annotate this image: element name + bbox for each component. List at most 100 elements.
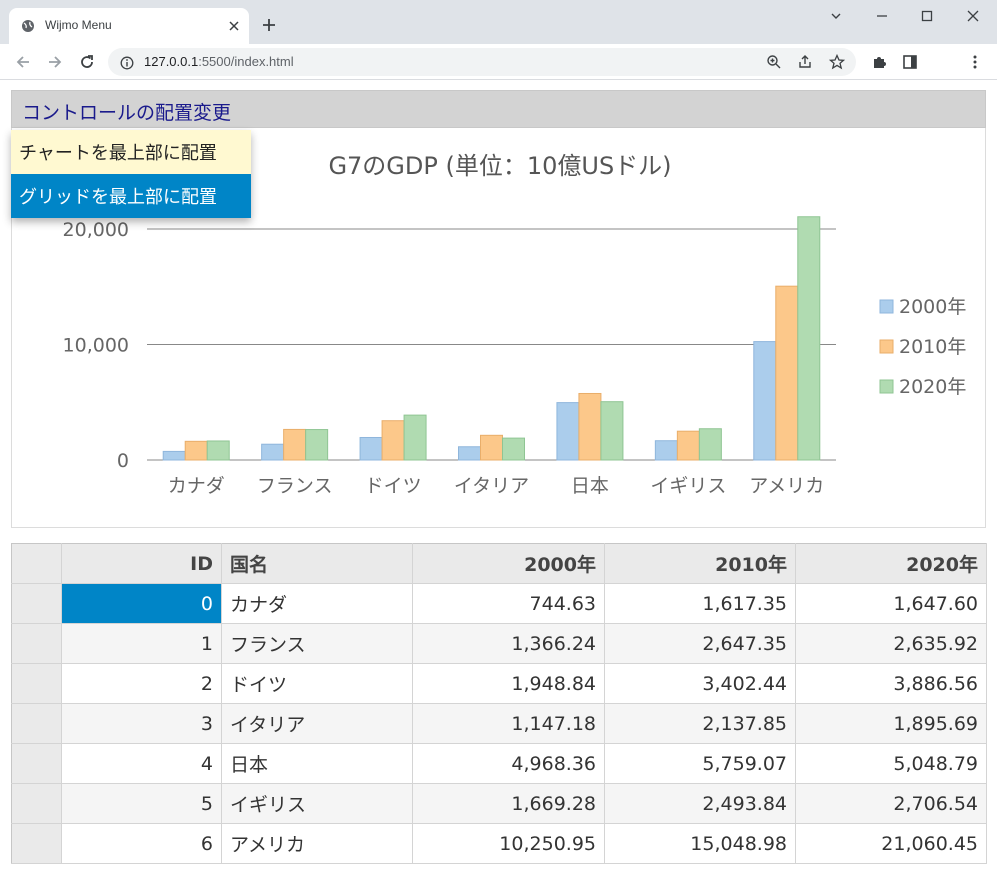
- bar-2010年: [775, 285, 799, 461]
- cell-country[interactable]: カナダ: [221, 583, 413, 624]
- cell-2010[interactable]: 2,137.85: [604, 703, 796, 744]
- bar-2000年: [753, 341, 777, 461]
- cell-id[interactable]: 1: [61, 623, 222, 664]
- cell-country[interactable]: イタリア: [221, 703, 413, 744]
- cell-country[interactable]: アメリカ: [221, 823, 413, 864]
- table-row[interactable]: 5 イギリス 1,669.28 2,493.84 2,706.54: [11, 783, 987, 824]
- legend-label: 2020年: [899, 376, 966, 398]
- column-header-2020[interactable]: 2020年: [795, 543, 987, 584]
- row-header-cell[interactable]: [11, 663, 62, 704]
- cell-2020[interactable]: 21,060.45: [795, 823, 987, 864]
- new-tab-plus-icon[interactable]: [262, 17, 276, 36]
- table-row[interactable]: 1 フランス 1,366.24 2,647.35 2,635.92: [11, 623, 987, 664]
- cell-2010[interactable]: 15,048.98: [604, 823, 796, 864]
- browser-tab[interactable]: Wijmo Menu: [9, 8, 249, 44]
- cell-country[interactable]: イギリス: [221, 783, 413, 824]
- bar-2010年: [480, 434, 503, 461]
- url-text[interactable]: 127.0.0.1:5500/index.html: [144, 54, 294, 69]
- x-tick-label: カナダ: [168, 475, 225, 497]
- bar-2010年: [676, 430, 700, 461]
- grid-header-row: ID 国名 2000年 2010年 2020年: [11, 543, 987, 584]
- back-arrow-icon[interactable]: [14, 53, 32, 75]
- cell-country[interactable]: フランス: [221, 623, 413, 664]
- legend-swatch: [879, 379, 894, 394]
- tab-title: Wijmo Menu: [45, 18, 112, 32]
- table-row[interactable]: 0 カナダ 744.63 1,617.35 1,647.60: [11, 583, 987, 624]
- cell-2010[interactable]: 2,493.84: [604, 783, 796, 824]
- cell-2020[interactable]: 1,647.60: [795, 583, 987, 624]
- cell-id[interactable]: 5: [61, 783, 222, 824]
- row-header-cell[interactable]: [11, 783, 62, 824]
- cell-2000[interactable]: 10,250.95: [412, 823, 605, 864]
- menu-item-chart-top[interactable]: チャートを最上部に配置: [11, 130, 251, 174]
- row-header-cell[interactable]: [11, 703, 62, 744]
- extensions-puzzle-icon[interactable]: [870, 53, 888, 75]
- close-icon[interactable]: [227, 18, 241, 37]
- row-header-cell[interactable]: [11, 583, 62, 624]
- side-panel-icon[interactable]: [901, 53, 919, 75]
- info-icon[interactable]: [120, 55, 134, 74]
- row-header-cell[interactable]: [11, 743, 62, 784]
- cell-2010[interactable]: 3,402.44: [604, 663, 796, 704]
- cell-2000[interactable]: 744.63: [412, 583, 605, 624]
- cell-id[interactable]: 4: [61, 743, 222, 784]
- cell-country[interactable]: ドイツ: [221, 663, 413, 704]
- reload-icon[interactable]: [78, 53, 96, 75]
- legend-label: 2000年: [899, 296, 966, 318]
- bar-2020年: [206, 440, 230, 461]
- grid-corner-cell[interactable]: [11, 543, 62, 584]
- bar-2010年: [184, 440, 208, 461]
- cell-id[interactable]: 2: [61, 663, 222, 704]
- data-grid[interactable]: ID 国名 2000年 2010年 2020年 0 カナダ 744.63 1,617.…: [11, 543, 987, 864]
- row-header-cell[interactable]: [11, 623, 62, 664]
- table-row[interactable]: 6 アメリカ 10,250.95 15,048.98 21,060.45: [11, 823, 987, 864]
- zoom-icon[interactable]: [766, 54, 782, 74]
- y-tick-label: 10,000: [63, 335, 129, 357]
- cell-id[interactable]: 6: [61, 823, 222, 864]
- cell-2000[interactable]: 1,948.84: [412, 663, 605, 704]
- y-tick-label: 20,000: [63, 219, 129, 241]
- layout-menu-button[interactable]: コントロールの配置変更: [22, 98, 231, 125]
- bar-2000年: [261, 443, 285, 461]
- column-header-2000[interactable]: 2000年: [412, 543, 605, 584]
- cell-2010[interactable]: 1,617.35: [604, 583, 796, 624]
- chart-title: G7のGDP (単位：10億USドル): [328, 152, 671, 180]
- bar-2020年: [403, 414, 427, 461]
- table-row[interactable]: 4 日本 4,968.36 5,759.07 5,048.79: [11, 743, 987, 784]
- minimize-icon[interactable]: [875, 8, 889, 27]
- column-header-id[interactable]: ID: [61, 543, 222, 584]
- table-row[interactable]: 3 イタリア 1,147.18 2,137.85 1,895.69: [11, 703, 987, 744]
- legend-swatch: [879, 299, 894, 314]
- more-menu-icon[interactable]: [966, 53, 984, 75]
- address-bar[interactable]: 127.0.0.1:5500/index.html: [108, 48, 856, 76]
- chevron-down-icon[interactable]: [829, 8, 843, 27]
- cell-2000[interactable]: 1,669.28: [412, 783, 605, 824]
- bar-2000年: [458, 446, 481, 461]
- cell-2020[interactable]: 3,886.56: [795, 663, 987, 704]
- cell-2020[interactable]: 2,635.92: [795, 623, 987, 664]
- cell-id[interactable]: 0: [61, 583, 222, 624]
- cell-2020[interactable]: 5,048.79: [795, 743, 987, 784]
- share-icon[interactable]: [797, 54, 813, 74]
- table-row[interactable]: 2 ドイツ 1,948.84 3,402.44 3,886.56: [11, 663, 987, 704]
- cell-country[interactable]: 日本: [221, 743, 413, 784]
- bar-2020年: [600, 401, 624, 461]
- cell-2010[interactable]: 5,759.07: [604, 743, 796, 784]
- row-header-cell[interactable]: [11, 823, 62, 864]
- maximize-icon[interactable]: [920, 8, 934, 27]
- x-tick-label: ドイツ: [365, 475, 422, 497]
- forward-arrow-icon[interactable]: [46, 53, 64, 75]
- window-close-icon[interactable]: [966, 8, 980, 27]
- cell-id[interactable]: 3: [61, 703, 222, 744]
- bookmark-star-icon[interactable]: [828, 53, 846, 74]
- cell-2020[interactable]: 1,895.69: [795, 703, 987, 744]
- column-header-country[interactable]: 国名: [221, 543, 413, 584]
- cell-2000[interactable]: 1,147.18: [412, 703, 605, 744]
- menu-item-grid-top[interactable]: グリッドを最上部に配置: [11, 174, 251, 218]
- cell-2000[interactable]: 1,366.24: [412, 623, 605, 664]
- cell-2010[interactable]: 2,647.35: [604, 623, 796, 664]
- cell-2020[interactable]: 2,706.54: [795, 783, 987, 824]
- cell-2000[interactable]: 4,968.36: [412, 743, 605, 784]
- menu-dropdown: チャートを最上部に配置 グリッドを最上部に配置: [11, 130, 251, 218]
- column-header-2010[interactable]: 2010年: [604, 543, 796, 584]
